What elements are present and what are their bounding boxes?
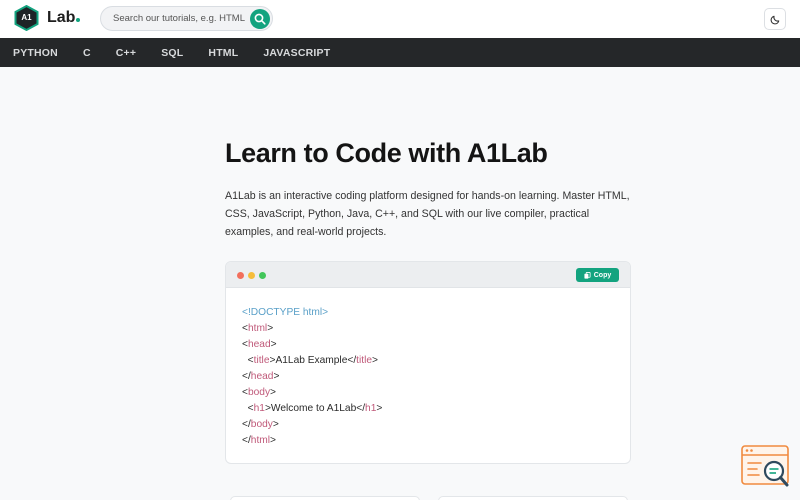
code-token-name: DOCTYPE html xyxy=(250,307,323,318)
code-token-end-close: > xyxy=(376,403,383,414)
code-line: </html> xyxy=(242,433,382,449)
code-token-close: > xyxy=(270,387,276,398)
search-input[interactable] xyxy=(113,13,248,24)
code-token-end-close: > xyxy=(372,355,378,366)
feature-card xyxy=(230,496,420,500)
logo-wordmark: Lab xyxy=(47,9,76,26)
topic-nav: PYTHON C C++ SQL HTML JAVASCRIPT xyxy=(0,38,800,67)
window-dot-yellow xyxy=(248,272,255,279)
moon-icon xyxy=(770,15,780,25)
code-token-end-open: </ xyxy=(356,403,366,414)
window-dot-red xyxy=(237,272,244,279)
window-dot-green xyxy=(259,272,266,279)
code-token-end-open: </ xyxy=(347,355,357,366)
code-token-close: > xyxy=(270,435,276,446)
code-token-close: > xyxy=(272,419,279,430)
code-token-name: head xyxy=(250,371,274,382)
browser-search-icon xyxy=(741,445,789,487)
code-token-name: h1 xyxy=(253,403,265,414)
feature-card xyxy=(438,496,628,500)
code-token-text: Welcome to A1Lab xyxy=(270,403,357,414)
code-line: </head> xyxy=(242,369,382,385)
nav-item-c[interactable]: C xyxy=(83,47,91,59)
search-button[interactable] xyxy=(250,9,270,29)
site-logo[interactable]: A1 Lab xyxy=(14,5,81,31)
floating-search-widget[interactable] xyxy=(741,444,791,490)
code-token-name: title xyxy=(253,355,270,366)
code-token-open: <! xyxy=(242,307,251,318)
code-token-name: html xyxy=(247,323,268,334)
logo-text: Lab xyxy=(47,9,81,27)
code-line: <h1>Welcome to A1Lab</h1> xyxy=(242,401,383,417)
code-token-name: head xyxy=(247,339,271,350)
code-line: </body> xyxy=(242,417,382,433)
copy-label: Copy xyxy=(593,271,612,279)
code-line: <html> xyxy=(242,321,382,337)
copy-icon xyxy=(584,271,591,279)
code-token-end-name: h1 xyxy=(365,403,377,414)
search-bar xyxy=(100,6,273,31)
nav-item-sql[interactable]: SQL xyxy=(161,47,183,59)
code-token-name: body xyxy=(247,387,271,398)
code-example-card: Copy <!DOCTYPE html> <html> <head> <title>… xyxy=(225,261,631,464)
code-line: <body> xyxy=(242,385,382,401)
code-token-text: A1Lab Example xyxy=(275,355,348,366)
code-line: <title>A1Lab Example</title> xyxy=(242,353,382,369)
nav-item-javascript[interactable]: JAVASCRIPT xyxy=(263,47,330,59)
site-header: A1 Lab xyxy=(0,0,800,38)
code-token-end-name: title xyxy=(356,355,373,366)
code-token-open: </ xyxy=(242,371,251,382)
code-token-close: > xyxy=(270,339,277,350)
code-token-open: </ xyxy=(242,435,251,446)
code-token-close: > xyxy=(322,307,329,318)
search-icon xyxy=(254,13,266,25)
logo-badge-text: A1 xyxy=(21,13,32,22)
page-title: Learn to Code with A1Lab xyxy=(225,138,548,168)
code-card-header: Copy xyxy=(226,262,630,288)
nav-item-python[interactable]: PYTHON xyxy=(13,47,58,59)
hero-description: A1Lab is an interactive coding platform … xyxy=(225,190,630,238)
code-token-close: > xyxy=(267,323,274,334)
hexagon-logo-icon: A1 xyxy=(14,5,39,31)
nav-item-cpp[interactable]: C++ xyxy=(116,47,136,59)
copy-button[interactable]: Copy xyxy=(576,268,619,282)
code-token-close: > xyxy=(273,371,280,382)
nav-item-html[interactable]: HTML xyxy=(208,47,238,59)
code-line: <head> xyxy=(242,337,382,353)
code-block: <!DOCTYPE html> <html> <head> <title>A1Lab… xyxy=(242,305,382,449)
code-line: <!DOCTYPE html> xyxy=(242,305,382,321)
theme-toggle-button[interactable] xyxy=(764,8,786,30)
code-token-open: </ xyxy=(242,419,251,430)
logo-dot xyxy=(76,18,81,22)
code-token-name: body xyxy=(250,419,273,430)
code-token-name: html xyxy=(250,435,271,446)
